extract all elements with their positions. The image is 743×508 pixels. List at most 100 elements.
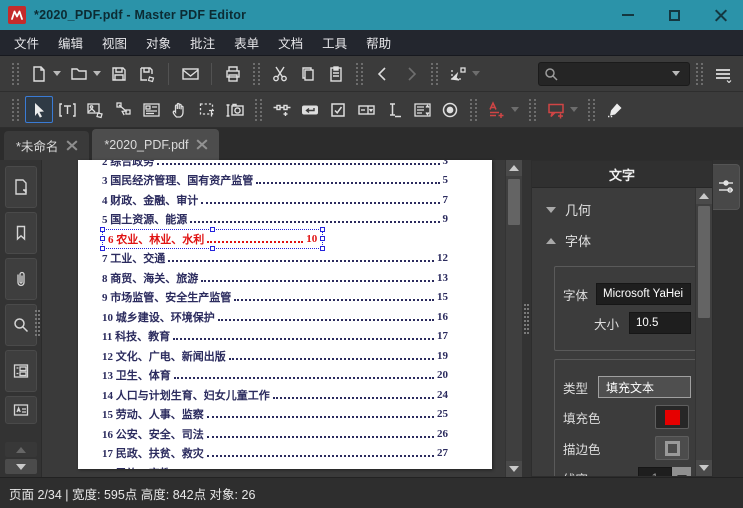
snapshot-dropdown-icon[interactable]: [472, 71, 480, 76]
section-font[interactable]: 字体: [532, 225, 695, 256]
doc-scroll-up-button[interactable]: [506, 160, 522, 176]
sidebar-scroll-up-button[interactable]: [4, 442, 37, 457]
snapshot-area-button[interactable]: [444, 60, 472, 87]
toc-row[interactable]: 8 商贸、海关、旅游 13: [102, 268, 448, 288]
toc-row[interactable]: 4 财政、金融、审计 7: [102, 190, 448, 210]
sidebar-scroll-down-button[interactable]: [4, 459, 37, 474]
selection-handle-mr[interactable]: [320, 235, 326, 241]
toc-row[interactable]: 2 综合政务 3: [102, 160, 448, 171]
toc-row[interactable]: 15 劳动、人事、监察 25: [102, 405, 448, 425]
toolbar-drag-handle[interactable]: [696, 62, 703, 85]
selected-text-object[interactable]: 6 农业、林业、水利 10: [100, 226, 326, 251]
select-tool-button[interactable]: [25, 96, 53, 123]
document-tab-0[interactable]: *未命名: [4, 131, 90, 160]
minimize-button[interactable]: [605, 0, 651, 30]
print-button[interactable]: [219, 60, 247, 87]
new-document-button[interactable]: [25, 60, 53, 87]
toolbar-drag-handle[interactable]: [356, 62, 363, 85]
search-box[interactable]: [538, 61, 690, 86]
fill-color-button[interactable]: [655, 405, 689, 429]
camera-tool-button[interactable]: [221, 96, 249, 123]
toc-row[interactable]: 7 工业、交通 12: [102, 249, 448, 269]
toc-row[interactable]: 3 国民经济管理、国有资产监管 5: [102, 171, 448, 191]
document-scrollbar[interactable]: [505, 160, 522, 477]
textfield-tool-button[interactable]: [380, 96, 408, 123]
radiobutton-tool-button[interactable]: [436, 96, 464, 123]
new-document-dropdown-icon[interactable]: [53, 71, 61, 76]
toolbar-drag-handle[interactable]: [255, 98, 262, 121]
add-link-tool-button[interactable]: [268, 96, 296, 123]
checkbox-tool-button[interactable]: [324, 96, 352, 123]
pdf-page[interactable]: 2 综合政务 3 3 国民经济管理、国有资产监管 5 4 财政、金融、审计 7 5 国土资源…: [78, 160, 492, 469]
doc-scroll-down-button[interactable]: [506, 461, 522, 477]
toc-row[interactable]: 18 民族、宗教 28: [102, 463, 448, 469]
toc-row[interactable]: 10 城乡建设、环境保护 16: [102, 307, 448, 327]
copy-button[interactable]: [294, 60, 322, 87]
toolbar-drag-handle[interactable]: [588, 98, 595, 121]
panel-toggle-tab[interactable]: [713, 164, 740, 210]
menu-item-3[interactable]: 对象: [146, 33, 171, 52]
panel-scroll-thumb[interactable]: [698, 206, 710, 318]
toc-row[interactable]: 12 文化、广电、新闻出版 19: [102, 346, 448, 366]
tab-close-icon[interactable]: [196, 139, 207, 150]
toolbar-drag-handle[interactable]: [12, 98, 19, 121]
select-area-tool-button[interactable]: [193, 96, 221, 123]
font-family-select[interactable]: Microsoft YaHei: [596, 283, 691, 305]
listbox-tool-button[interactable]: [408, 96, 436, 123]
doc-scroll-thumb[interactable]: [508, 179, 520, 225]
panel-scroll-track[interactable]: [696, 319, 712, 460]
sticky-note-dropdown-icon[interactable]: [570, 107, 578, 112]
search-panel-button[interactable]: [4, 304, 37, 346]
attachments-button[interactable]: [4, 258, 37, 300]
forward-button[interactable]: [397, 60, 425, 87]
properties-panel-button[interactable]: [4, 396, 37, 424]
page-thumbnails-button[interactable]: [4, 166, 37, 208]
toc-row[interactable]: 5 国土资源、能源 9: [102, 210, 448, 230]
doc-scroll-track[interactable]: [506, 226, 522, 461]
save-as-button[interactable]: [133, 60, 161, 87]
document-tab-1[interactable]: *2020_PDF.pdf: [92, 129, 220, 160]
toc-row[interactable]: 17 民政、扶贫、救灾 27: [102, 444, 448, 464]
toolbar-drag-handle[interactable]: [470, 98, 477, 121]
edit-path-tool-button[interactable]: [109, 96, 137, 123]
section-geometry[interactable]: 几何: [532, 194, 695, 225]
main-menu-button[interactable]: [709, 60, 737, 87]
panel-scrollbar[interactable]: [695, 188, 712, 476]
open-file-dropdown-icon[interactable]: [93, 71, 101, 76]
combobox-tool-button[interactable]: [352, 96, 380, 123]
sidebar-splitter-grip[interactable]: [35, 310, 40, 336]
menu-item-7[interactable]: 工具: [322, 33, 347, 52]
panel-splitter[interactable]: [522, 160, 531, 477]
menu-item-0[interactable]: 文件: [14, 33, 39, 52]
toc-row[interactable]: 16 公安、安全、司法 26: [102, 424, 448, 444]
pushbutton-tool-button[interactable]: [296, 96, 324, 123]
tab-close-icon[interactable]: [66, 140, 77, 151]
form-fields-panel-button[interactable]: [4, 350, 37, 392]
selection-handle-ml[interactable]: [100, 235, 105, 241]
selection-handle-tr[interactable]: [320, 226, 326, 232]
toolbar-drag-handle[interactable]: [529, 98, 536, 121]
panel-scroll-down-button[interactable]: [696, 460, 712, 476]
toc-row[interactable]: 11 科技、教育 17: [102, 327, 448, 347]
toc-row[interactable]: 14 人口与计划生育、妇女儿童工作 24: [102, 385, 448, 405]
line-width-input[interactable]: 1: [638, 467, 672, 476]
toc-row[interactable]: 6 农业、林业、水利 10: [100, 226, 448, 251]
bookmarks-button[interactable]: [4, 212, 37, 254]
menu-item-8[interactable]: 帮助: [366, 33, 391, 52]
selection-handle-tl[interactable]: [100, 226, 105, 232]
selection-handle-bm[interactable]: [209, 245, 215, 251]
edit-text-tool-button[interactable]: [53, 96, 81, 123]
save-button[interactable]: [105, 60, 133, 87]
edit-image-tool-button[interactable]: [81, 96, 109, 123]
menu-item-1[interactable]: 编辑: [58, 33, 83, 52]
sticky-note-tool-button[interactable]: [542, 96, 570, 123]
highlight-dropdown-icon[interactable]: [511, 107, 519, 112]
toc-row[interactable]: 13 卫生、体育 20: [102, 366, 448, 386]
selection-handle-tm[interactable]: [209, 226, 215, 232]
search-dropdown-icon[interactable]: [672, 71, 680, 76]
menu-item-5[interactable]: 表单: [234, 33, 259, 52]
menu-item-2[interactable]: 视图: [102, 33, 127, 52]
paste-button[interactable]: [322, 60, 350, 87]
search-input[interactable]: [558, 66, 672, 81]
stroke-color-button[interactable]: [655, 436, 689, 460]
